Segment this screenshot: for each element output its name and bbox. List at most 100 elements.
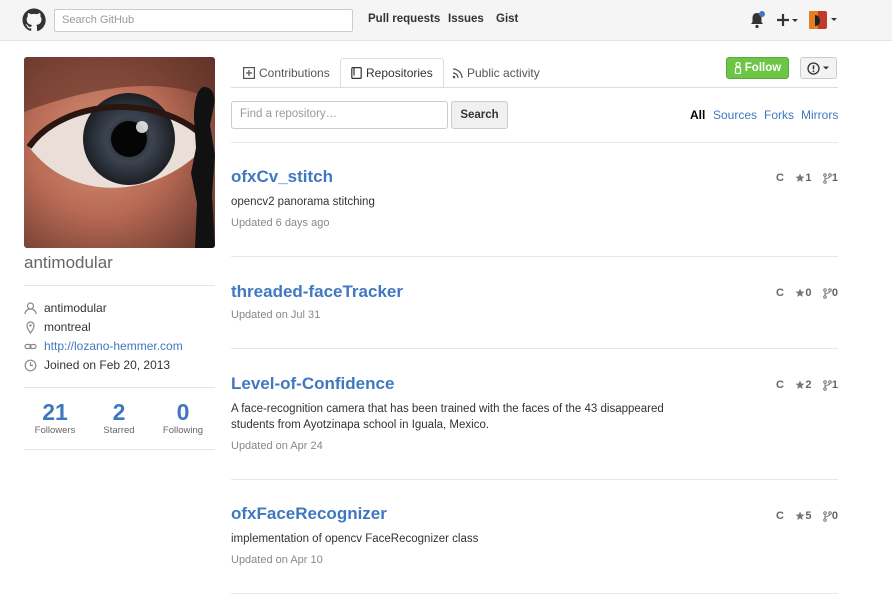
alert-icon xyxy=(807,61,820,75)
star-icon xyxy=(795,288,805,297)
nav-gist[interactable]: Gist xyxy=(496,13,518,25)
fork-icon xyxy=(823,287,832,299)
repo-language: C xyxy=(776,379,784,391)
repo-stars-count: 5 xyxy=(805,510,812,522)
tab-contributions[interactable]: Contributions xyxy=(233,58,340,88)
repo-meta: C 0 0 xyxy=(776,287,838,299)
divider xyxy=(231,348,838,349)
nav-pull-requests[interactable]: Pull requests xyxy=(368,13,440,25)
tab-repositories-label: Repositories xyxy=(366,66,433,80)
clock-icon xyxy=(24,359,37,371)
repo-description: implementation of opencv FaceRecognizer … xyxy=(231,533,479,545)
stat-following-label: Following xyxy=(162,425,204,436)
stat-following-count: 0 xyxy=(176,399,190,425)
more-actions-button[interactable] xyxy=(800,57,837,79)
repo-updated: Updated on Jul 31 xyxy=(231,309,321,321)
repo-meta: C 5 0 xyxy=(776,510,838,522)
divider xyxy=(231,142,838,143)
stat-starred[interactable]: 2 Starred xyxy=(89,399,149,436)
repo-name-link[interactable]: Level-of-Confidence xyxy=(231,374,394,394)
repo-search-button[interactable]: Search xyxy=(451,101,508,129)
detail-location: montreal xyxy=(24,319,91,335)
rss-icon xyxy=(452,67,463,78)
website-link[interactable]: http://lozano-hemmer.com xyxy=(44,339,183,353)
nav-issues[interactable]: Issues xyxy=(448,13,484,25)
divider xyxy=(231,593,838,594)
filter-forks[interactable]: Forks xyxy=(764,108,794,122)
detail-joined-text: Joined on Feb 20, 2013 xyxy=(44,358,171,372)
github-logo-icon[interactable] xyxy=(22,8,46,32)
repo-icon xyxy=(351,67,362,79)
repo-stars[interactable]: 5 xyxy=(795,510,811,522)
repo-forks[interactable]: 1 xyxy=(823,379,838,391)
organization-icon xyxy=(24,301,37,314)
fork-icon xyxy=(823,379,832,391)
repo-stars[interactable]: 1 xyxy=(795,172,811,184)
tab-contributions-label: Contributions xyxy=(259,66,330,80)
repo-updated: Updated 6 days ago xyxy=(231,217,330,229)
repo-language: C xyxy=(776,510,784,522)
detail-name: antimodular xyxy=(24,300,107,316)
fork-icon xyxy=(823,510,832,522)
repo-forks-count: 0 xyxy=(831,287,838,299)
link-icon xyxy=(24,343,37,349)
stat-following[interactable]: 0 Following xyxy=(153,399,213,436)
repo-forks-count: 1 xyxy=(831,172,838,184)
divider xyxy=(24,387,215,388)
avatar-icon[interactable] xyxy=(809,11,839,29)
repo-forks-count: 1 xyxy=(831,379,838,391)
repo-stars[interactable]: 0 xyxy=(795,287,811,299)
repo-language: C xyxy=(776,172,784,184)
global-search-input[interactable]: Search GitHub xyxy=(54,9,353,32)
stat-starred-label: Starred xyxy=(103,425,135,436)
top-header: Search GitHub Pull requests Issues Gist xyxy=(0,0,892,41)
repo-updated: Updated on Apr 24 xyxy=(231,440,323,452)
stat-starred-count: 2 xyxy=(112,399,126,425)
repo-forks[interactable]: 1 xyxy=(823,172,838,184)
divider xyxy=(231,479,838,480)
fork-icon xyxy=(823,172,832,184)
filter-mirrors[interactable]: Mirrors xyxy=(801,108,838,122)
bell-icon[interactable] xyxy=(749,11,765,29)
repo-name-link[interactable]: threaded-faceTracker xyxy=(231,282,403,302)
chevron-down-icon xyxy=(823,66,829,70)
repo-meta: C 2 1 xyxy=(776,379,838,391)
detail-website: http://lozano-hemmer.com xyxy=(24,338,183,354)
tab-public-activity[interactable]: Public activity xyxy=(442,58,550,88)
star-icon xyxy=(795,511,805,520)
repo-stars-count: 1 xyxy=(805,172,812,184)
detail-name-text: antimodular xyxy=(44,301,107,315)
detail-joined: Joined on Feb 20, 2013 xyxy=(24,357,170,373)
repo-description: A face-recognition camera that has been … xyxy=(231,403,664,431)
star-icon xyxy=(795,380,805,389)
repo-forks[interactable]: 0 xyxy=(823,510,838,522)
repo-forks[interactable]: 0 xyxy=(823,287,838,299)
person-icon xyxy=(734,62,741,74)
tab-underline xyxy=(231,87,838,88)
repo-stars[interactable]: 2 xyxy=(795,379,811,391)
profile-avatar[interactable] xyxy=(24,57,215,248)
follow-button-label: Follow xyxy=(744,62,782,74)
repo-description: opencv2 panorama stitching xyxy=(231,196,375,208)
detail-location-text: montreal xyxy=(44,320,91,334)
follow-button[interactable]: Follow xyxy=(726,57,789,79)
repo-name-link[interactable]: ofxCv_stitch xyxy=(231,167,333,187)
divider xyxy=(231,256,838,257)
repo-search-input[interactable]: Find a repository… xyxy=(231,101,448,129)
repo-stars-count: 0 xyxy=(805,287,812,299)
filter-all[interactable]: All xyxy=(690,108,705,122)
plus-icon[interactable] xyxy=(777,13,799,27)
repo-stars-count: 2 xyxy=(805,379,812,391)
stat-followers-label: Followers xyxy=(34,425,76,436)
tab-public-activity-label: Public activity xyxy=(467,66,540,80)
tab-repositories[interactable]: Repositories xyxy=(340,58,444,88)
filter-sources[interactable]: Sources xyxy=(713,108,757,122)
plus-square-icon xyxy=(243,67,255,79)
star-icon xyxy=(795,173,805,182)
divider xyxy=(24,285,215,286)
repo-meta: C 1 1 xyxy=(776,172,838,184)
repo-forks-count: 0 xyxy=(831,510,838,522)
profile-username: antimodular xyxy=(24,253,113,272)
stat-followers[interactable]: 21 Followers xyxy=(25,399,85,436)
repo-name-link[interactable]: ofxFaceRecognizer xyxy=(231,504,387,524)
